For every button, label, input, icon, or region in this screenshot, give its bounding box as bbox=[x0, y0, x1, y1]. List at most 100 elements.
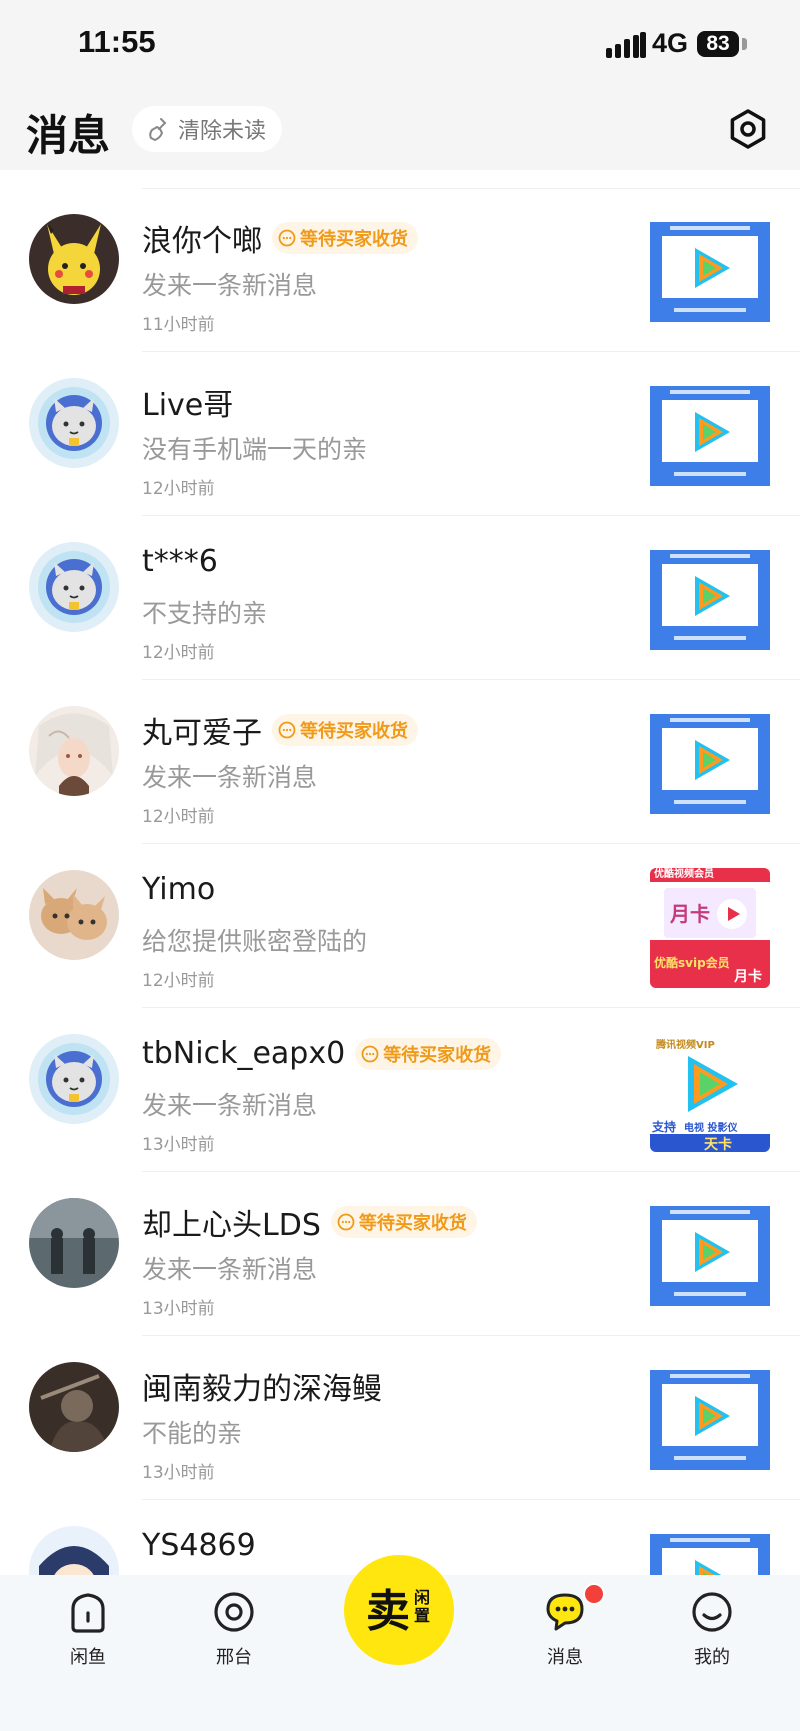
nav-market[interactable]: 邢台 bbox=[189, 1589, 279, 1669]
message-preview: 不支持的亲 bbox=[142, 599, 268, 628]
page-title: 消息 bbox=[26, 111, 111, 160]
product-thumbnail[interactable] bbox=[650, 212, 770, 332]
chat-dots-icon bbox=[278, 229, 296, 247]
name-row: Live哥 bbox=[142, 380, 233, 424]
message-preview: 发来一条新消息 bbox=[142, 1255, 318, 1284]
conversation-item[interactable]: 浪你个啷 等待买家收货 发来一条新消息 11小时前 bbox=[0, 188, 800, 352]
thumb-tencent-tv: 电视 投影仪 bbox=[684, 1123, 738, 1134]
product-thumbnail[interactable]: 腾讯视频VIP 支持 电视 投影仪 天卡 bbox=[650, 1032, 770, 1152]
message-preview: 发来一条新消息 bbox=[142, 763, 318, 792]
contact-name: YS4869 bbox=[142, 1528, 256, 1563]
name-row: 浪你个啷 等待买家收货 bbox=[142, 216, 418, 260]
name-row: tbNick_eapx0 等待买家收货 bbox=[142, 1036, 502, 1071]
name-row: YS4869 bbox=[142, 1528, 256, 1563]
product-thumbnail[interactable] bbox=[650, 704, 770, 824]
nav-home-label: 闲鱼 bbox=[70, 1647, 106, 1668]
conversation-item[interactable]: 丸可爱子 等待买家收货 发来一条新消息 12小时前 bbox=[0, 680, 800, 844]
thumb-youku-svip: 优酷svip会员 bbox=[654, 956, 730, 970]
nav-mine[interactable]: 我的 bbox=[667, 1589, 757, 1669]
message-time: 12小时前 bbox=[142, 807, 215, 827]
status-time: 11:55 bbox=[78, 24, 156, 59]
status-bar: 11:55 4G 83 bbox=[0, 0, 800, 92]
chat-bubble-icon bbox=[546, 1593, 584, 1631]
youku-play-icon bbox=[717, 899, 747, 929]
signal-icon bbox=[606, 32, 646, 58]
sell-button[interactable]: 卖 闲置 bbox=[344, 1555, 454, 1665]
avatar[interactable] bbox=[29, 214, 119, 304]
contact-name: 丸可爱子 bbox=[142, 716, 262, 751]
network-type: 4G bbox=[652, 28, 689, 58]
name-row: 闽南毅力的深海鳗 bbox=[142, 1364, 382, 1408]
message-time: 11小时前 bbox=[142, 315, 215, 335]
battery-icon: 83 bbox=[697, 31, 739, 57]
avatar[interactable] bbox=[29, 706, 119, 796]
message-time: 13小时前 bbox=[142, 1135, 215, 1155]
message-time: 12小时前 bbox=[142, 479, 215, 499]
status-badge: 等待买家收货 bbox=[355, 1037, 502, 1070]
avatar[interactable] bbox=[29, 1034, 119, 1124]
avatar[interactable] bbox=[29, 542, 119, 632]
sell-sub-label: 闲置 bbox=[414, 1588, 431, 1625]
name-row: t***6 bbox=[142, 544, 218, 579]
name-row: 却上心头LDS 等待买家收货 bbox=[142, 1200, 477, 1244]
chat-dots-icon bbox=[337, 1213, 355, 1231]
status-badge: 等待买家收货 bbox=[272, 222, 418, 254]
thumb-tencent-support: 支持 bbox=[652, 1120, 677, 1134]
product-thumbnail[interactable] bbox=[650, 1196, 770, 1316]
name-row: Yimo bbox=[142, 872, 215, 907]
conversation-item[interactable]: 却上心头LDS 等待买家收货 发来一条新消息 13小时前 bbox=[0, 1172, 800, 1336]
sell-main-label: 卖 bbox=[366, 1586, 410, 1637]
status-badge: 等待买家收货 bbox=[272, 714, 418, 746]
message-preview: 不能的亲 bbox=[142, 1419, 243, 1448]
contact-name: 闽南毅力的深海鳗 bbox=[142, 1372, 382, 1407]
product-thumbnail[interactable] bbox=[650, 540, 770, 660]
settings-icon[interactable] bbox=[728, 109, 768, 149]
thumb-tencent-day: 天卡 bbox=[704, 1137, 732, 1152]
header: 消息 清除未读 bbox=[0, 92, 800, 170]
location-icon bbox=[214, 1592, 254, 1632]
broom-icon bbox=[149, 118, 167, 141]
conversation-item[interactable]: Yimo 给您提供账密登陆的 12小时前 优酷视频会员 月卡 优酷svip会员 … bbox=[0, 844, 800, 1008]
contact-name: tbNick_eapx0 bbox=[142, 1036, 346, 1071]
contact-name: 浪你个啷 bbox=[142, 224, 262, 259]
contact-name: t***6 bbox=[142, 544, 218, 579]
conversation-item[interactable]: tbNick_eapx0 等待买家收货 发来一条新消息 13小时前 腾讯视频VI… bbox=[0, 1008, 800, 1172]
bottom-nav: 闲鱼 邢台 卖 闲置 消息 我的 bbox=[0, 1555, 800, 1731]
thumb-tencent-vip: 腾讯视频VIP bbox=[656, 1040, 715, 1051]
contact-name: 却上心头LDS bbox=[142, 1208, 321, 1243]
product-thumbnail[interactable] bbox=[650, 376, 770, 496]
avatar[interactable] bbox=[29, 378, 119, 468]
message-preview: 发来一条新消息 bbox=[142, 271, 318, 300]
message-time: 12小时前 bbox=[142, 971, 215, 991]
nav-mine-label: 我的 bbox=[694, 1647, 730, 1668]
conversation-item[interactable]: t***6 不支持的亲 12小时前 bbox=[0, 516, 800, 680]
product-thumbnail[interactable] bbox=[650, 1360, 770, 1480]
status-badge: 等待买家收货 bbox=[330, 1206, 477, 1238]
conversation-item[interactable]: 闽南毅力的深海鳗 不能的亲 13小时前 bbox=[0, 1336, 800, 1500]
chat-dots-icon bbox=[361, 1045, 379, 1062]
avatar[interactable] bbox=[29, 1526, 119, 1575]
smile-icon bbox=[692, 1592, 732, 1632]
nav-home[interactable]: 闲鱼 bbox=[43, 1589, 133, 1669]
message-preview: 发来一条新消息 bbox=[142, 1091, 318, 1120]
message-time: 13小时前 bbox=[142, 1299, 215, 1319]
message-time: 12小时前 bbox=[142, 643, 215, 663]
clear-unread-button[interactable]: 清除未读 bbox=[132, 106, 283, 152]
message-preview: 给您提供账密登陆的 bbox=[142, 927, 368, 956]
contact-name: Live哥 bbox=[142, 388, 234, 423]
conversation-list: 浪你个啷 等待买家收货 发来一条新消息 11小时前 Live哥 没有手机端一天的… bbox=[0, 188, 800, 1575]
nav-messages-label: 消息 bbox=[547, 1647, 583, 1668]
product-thumbnail[interactable]: 优酷视频会员 月卡 优酷svip会员 月卡 bbox=[650, 868, 770, 988]
battery-tip bbox=[742, 38, 747, 50]
product-thumbnail[interactable] bbox=[650, 1524, 770, 1575]
avatar[interactable] bbox=[29, 1198, 119, 1288]
avatar[interactable] bbox=[29, 870, 119, 960]
contact-name: Yimo bbox=[142, 872, 216, 907]
thumb-youku-month: 月卡 bbox=[670, 902, 710, 926]
name-row: 丸可爱子 等待买家收货 bbox=[142, 708, 418, 752]
message-time: 13小时前 bbox=[142, 1463, 215, 1483]
thumb-youku-month2: 月卡 bbox=[734, 969, 762, 985]
avatar[interactable] bbox=[29, 1362, 119, 1452]
clear-unread-label: 清除未读 bbox=[178, 119, 267, 144]
conversation-item[interactable]: Live哥 没有手机端一天的亲 12小时前 bbox=[0, 352, 800, 516]
